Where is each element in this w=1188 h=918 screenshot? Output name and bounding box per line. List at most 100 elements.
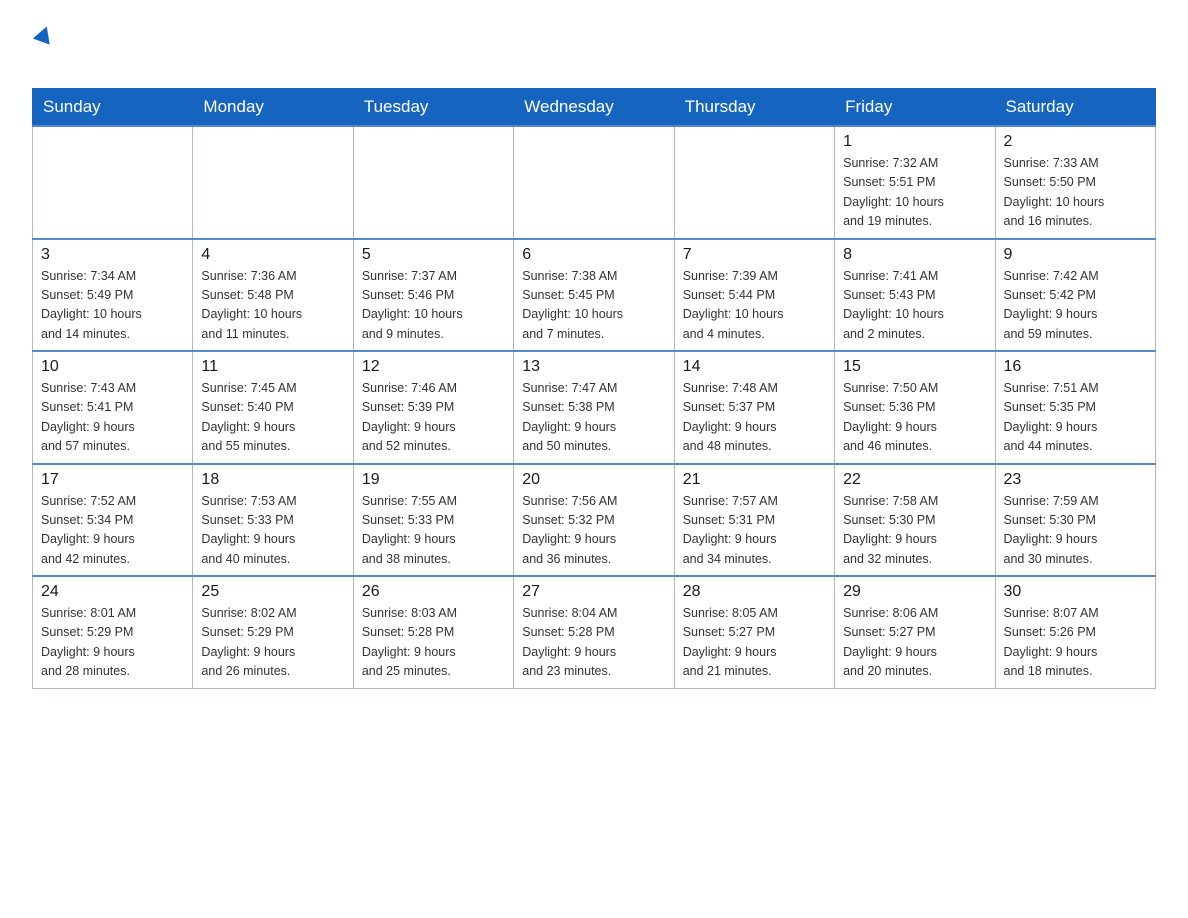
day-detail: Sunrise: 8:07 AM Sunset: 5:26 PM Dayligh… — [1004, 604, 1147, 682]
day-number: 23 — [1004, 471, 1147, 489]
day-detail: Sunrise: 7:47 AM Sunset: 5:38 PM Dayligh… — [522, 379, 665, 457]
day-number: 6 — [522, 246, 665, 264]
day-number: 13 — [522, 358, 665, 376]
calendar-week-3: 10 Sunrise: 7:43 AM Sunset: 5:41 PM Dayli… — [33, 351, 1156, 464]
day-detail: Sunrise: 7:50 AM Sunset: 5:36 PM Dayligh… — [843, 379, 986, 457]
day-number: 15 — [843, 358, 986, 376]
calendar-cell: 4 Sunrise: 7:36 AM Sunset: 5:48 PM Daylig… — [193, 239, 353, 352]
weekday-header-saturday: Saturday — [995, 89, 1155, 127]
logo-triangle-icon — [33, 23, 55, 44]
weekday-header-tuesday: Tuesday — [353, 89, 513, 127]
day-detail: Sunrise: 7:59 AM Sunset: 5:30 PM Dayligh… — [1004, 492, 1147, 570]
calendar-cell: 3 Sunrise: 7:34 AM Sunset: 5:49 PM Daylig… — [33, 239, 193, 352]
day-number: 3 — [41, 246, 184, 264]
day-number: 18 — [201, 471, 344, 489]
calendar-cell: 6 Sunrise: 7:38 AM Sunset: 5:45 PM Daylig… — [514, 239, 674, 352]
day-number: 29 — [843, 583, 986, 601]
day-number: 5 — [362, 246, 505, 264]
day-detail: Sunrise: 7:38 AM Sunset: 5:45 PM Dayligh… — [522, 267, 665, 345]
page-header — [32, 24, 1156, 72]
logo — [32, 24, 53, 72]
calendar-cell: 9 Sunrise: 7:42 AM Sunset: 5:42 PM Daylig… — [995, 239, 1155, 352]
day-number: 20 — [522, 471, 665, 489]
calendar-week-5: 24 Sunrise: 8:01 AM Sunset: 5:29 PM Dayli… — [33, 576, 1156, 688]
calendar-cell: 20 Sunrise: 7:56 AM Sunset: 5:32 PM Dayli… — [514, 464, 674, 577]
day-number: 27 — [522, 583, 665, 601]
calendar-week-2: 3 Sunrise: 7:34 AM Sunset: 5:49 PM Daylig… — [33, 239, 1156, 352]
calendar-cell: 22Sunrise: 7:58 AM Sunset: 5:30 PM Dayli… — [835, 464, 995, 577]
day-detail: Sunrise: 8:03 AM Sunset: 5:28 PM Dayligh… — [362, 604, 505, 682]
weekday-header-friday: Friday — [835, 89, 995, 127]
calendar-cell: 13 Sunrise: 7:47 AM Sunset: 5:38 PM Dayli… — [514, 351, 674, 464]
day-number: 12 — [362, 358, 505, 376]
calendar-cell — [353, 126, 513, 239]
calendar-cell: 19 Sunrise: 7:55 AM Sunset: 5:33 PM Dayli… — [353, 464, 513, 577]
calendar-header-row: SundayMondayTuesdayWednesdayThursdayFrid… — [33, 89, 1156, 127]
day-detail: Sunrise: 7:45 AM Sunset: 5:40 PM Dayligh… — [201, 379, 344, 457]
day-number: 17 — [41, 471, 184, 489]
day-number: 22 — [843, 471, 986, 489]
day-number: 8 — [843, 246, 986, 264]
day-detail: Sunrise: 8:02 AM Sunset: 5:29 PM Dayligh… — [201, 604, 344, 682]
calendar-table: SundayMondayTuesdayWednesdayThursdayFrid… — [32, 88, 1156, 689]
calendar-cell: 26 Sunrise: 8:03 AM Sunset: 5:28 PM Dayli… — [353, 576, 513, 688]
calendar-cell — [33, 126, 193, 239]
weekday-header-thursday: Thursday — [674, 89, 834, 127]
day-detail: Sunrise: 7:51 AM Sunset: 5:35 PM Dayligh… — [1004, 379, 1147, 457]
day-detail: Sunrise: 7:43 AM Sunset: 5:41 PM Dayligh… — [41, 379, 184, 457]
calendar-cell: 11Sunrise: 7:45 AM Sunset: 5:40 PM Dayli… — [193, 351, 353, 464]
day-number: 19 — [362, 471, 505, 489]
day-detail: Sunrise: 7:57 AM Sunset: 5:31 PM Dayligh… — [683, 492, 826, 570]
day-number: 16 — [1004, 358, 1147, 376]
calendar-cell: 8 Sunrise: 7:41 AM Sunset: 5:43 PM Daylig… — [835, 239, 995, 352]
day-detail: Sunrise: 8:05 AM Sunset: 5:27 PM Dayligh… — [683, 604, 826, 682]
weekday-header-sunday: Sunday — [33, 89, 193, 127]
day-detail: Sunrise: 7:56 AM Sunset: 5:32 PM Dayligh… — [522, 492, 665, 570]
day-number: 7 — [683, 246, 826, 264]
day-detail: Sunrise: 8:06 AM Sunset: 5:27 PM Dayligh… — [843, 604, 986, 682]
calendar-week-4: 17 Sunrise: 7:52 AM Sunset: 5:34 PM Dayli… — [33, 464, 1156, 577]
calendar-cell: 15 Sunrise: 7:50 AM Sunset: 5:36 PM Dayli… — [835, 351, 995, 464]
day-detail: Sunrise: 7:33 AM Sunset: 5:50 PM Dayligh… — [1004, 154, 1147, 232]
calendar-cell: 24 Sunrise: 8:01 AM Sunset: 5:29 PM Dayli… — [33, 576, 193, 688]
calendar-cell: 17 Sunrise: 7:52 AM Sunset: 5:34 PM Dayli… — [33, 464, 193, 577]
calendar-cell: 30Sunrise: 8:07 AM Sunset: 5:26 PM Dayli… — [995, 576, 1155, 688]
calendar-cell: 23 Sunrise: 7:59 AM Sunset: 5:30 PM Dayli… — [995, 464, 1155, 577]
day-detail: Sunrise: 8:04 AM Sunset: 5:28 PM Dayligh… — [522, 604, 665, 682]
day-number: 25 — [201, 583, 344, 601]
calendar-cell: 10 Sunrise: 7:43 AM Sunset: 5:41 PM Dayli… — [33, 351, 193, 464]
logo-blue-text — [32, 40, 36, 71]
calendar-cell: 7 Sunrise: 7:39 AM Sunset: 5:44 PM Daylig… — [674, 239, 834, 352]
calendar-cell — [514, 126, 674, 239]
day-number: 9 — [1004, 246, 1147, 264]
day-detail: Sunrise: 7:55 AM Sunset: 5:33 PM Dayligh… — [362, 492, 505, 570]
day-number: 4 — [201, 246, 344, 264]
calendar-cell: 12 Sunrise: 7:46 AM Sunset: 5:39 PM Dayli… — [353, 351, 513, 464]
day-number: 21 — [683, 471, 826, 489]
day-detail: Sunrise: 7:36 AM Sunset: 5:48 PM Dayligh… — [201, 267, 344, 345]
day-detail: Sunrise: 7:34 AM Sunset: 5:49 PM Dayligh… — [41, 267, 184, 345]
day-detail: Sunrise: 7:39 AM Sunset: 5:44 PM Dayligh… — [683, 267, 826, 345]
calendar-cell: 21 Sunrise: 7:57 AM Sunset: 5:31 PM Dayli… — [674, 464, 834, 577]
calendar-cell: 5 Sunrise: 7:37 AM Sunset: 5:46 PM Daylig… — [353, 239, 513, 352]
day-detail: Sunrise: 7:42 AM Sunset: 5:42 PM Dayligh… — [1004, 267, 1147, 345]
day-detail: Sunrise: 7:41 AM Sunset: 5:43 PM Dayligh… — [843, 267, 986, 345]
calendar-cell: 1Sunrise: 7:32 AM Sunset: 5:51 PM Daylig… — [835, 126, 995, 239]
calendar-cell: 14Sunrise: 7:48 AM Sunset: 5:37 PM Dayli… — [674, 351, 834, 464]
weekday-header-monday: Monday — [193, 89, 353, 127]
day-number: 28 — [683, 583, 826, 601]
calendar-cell: 25 Sunrise: 8:02 AM Sunset: 5:29 PM Dayli… — [193, 576, 353, 688]
calendar-week-1: 1Sunrise: 7:32 AM Sunset: 5:51 PM Daylig… — [33, 126, 1156, 239]
day-detail: Sunrise: 7:48 AM Sunset: 5:37 PM Dayligh… — [683, 379, 826, 457]
day-detail: Sunrise: 8:01 AM Sunset: 5:29 PM Dayligh… — [41, 604, 184, 682]
calendar-cell: 16 Sunrise: 7:51 AM Sunset: 5:35 PM Dayli… — [995, 351, 1155, 464]
day-number: 10 — [41, 358, 184, 376]
day-detail: Sunrise: 7:52 AM Sunset: 5:34 PM Dayligh… — [41, 492, 184, 570]
day-detail: Sunrise: 7:46 AM Sunset: 5:39 PM Dayligh… — [362, 379, 505, 457]
day-number: 24 — [41, 583, 184, 601]
calendar-cell: 2Sunrise: 7:33 AM Sunset: 5:50 PM Daylig… — [995, 126, 1155, 239]
weekday-header-wednesday: Wednesday — [514, 89, 674, 127]
day-number: 26 — [362, 583, 505, 601]
day-detail: Sunrise: 7:37 AM Sunset: 5:46 PM Dayligh… — [362, 267, 505, 345]
calendar-cell: 28 Sunrise: 8:05 AM Sunset: 5:27 PM Dayli… — [674, 576, 834, 688]
